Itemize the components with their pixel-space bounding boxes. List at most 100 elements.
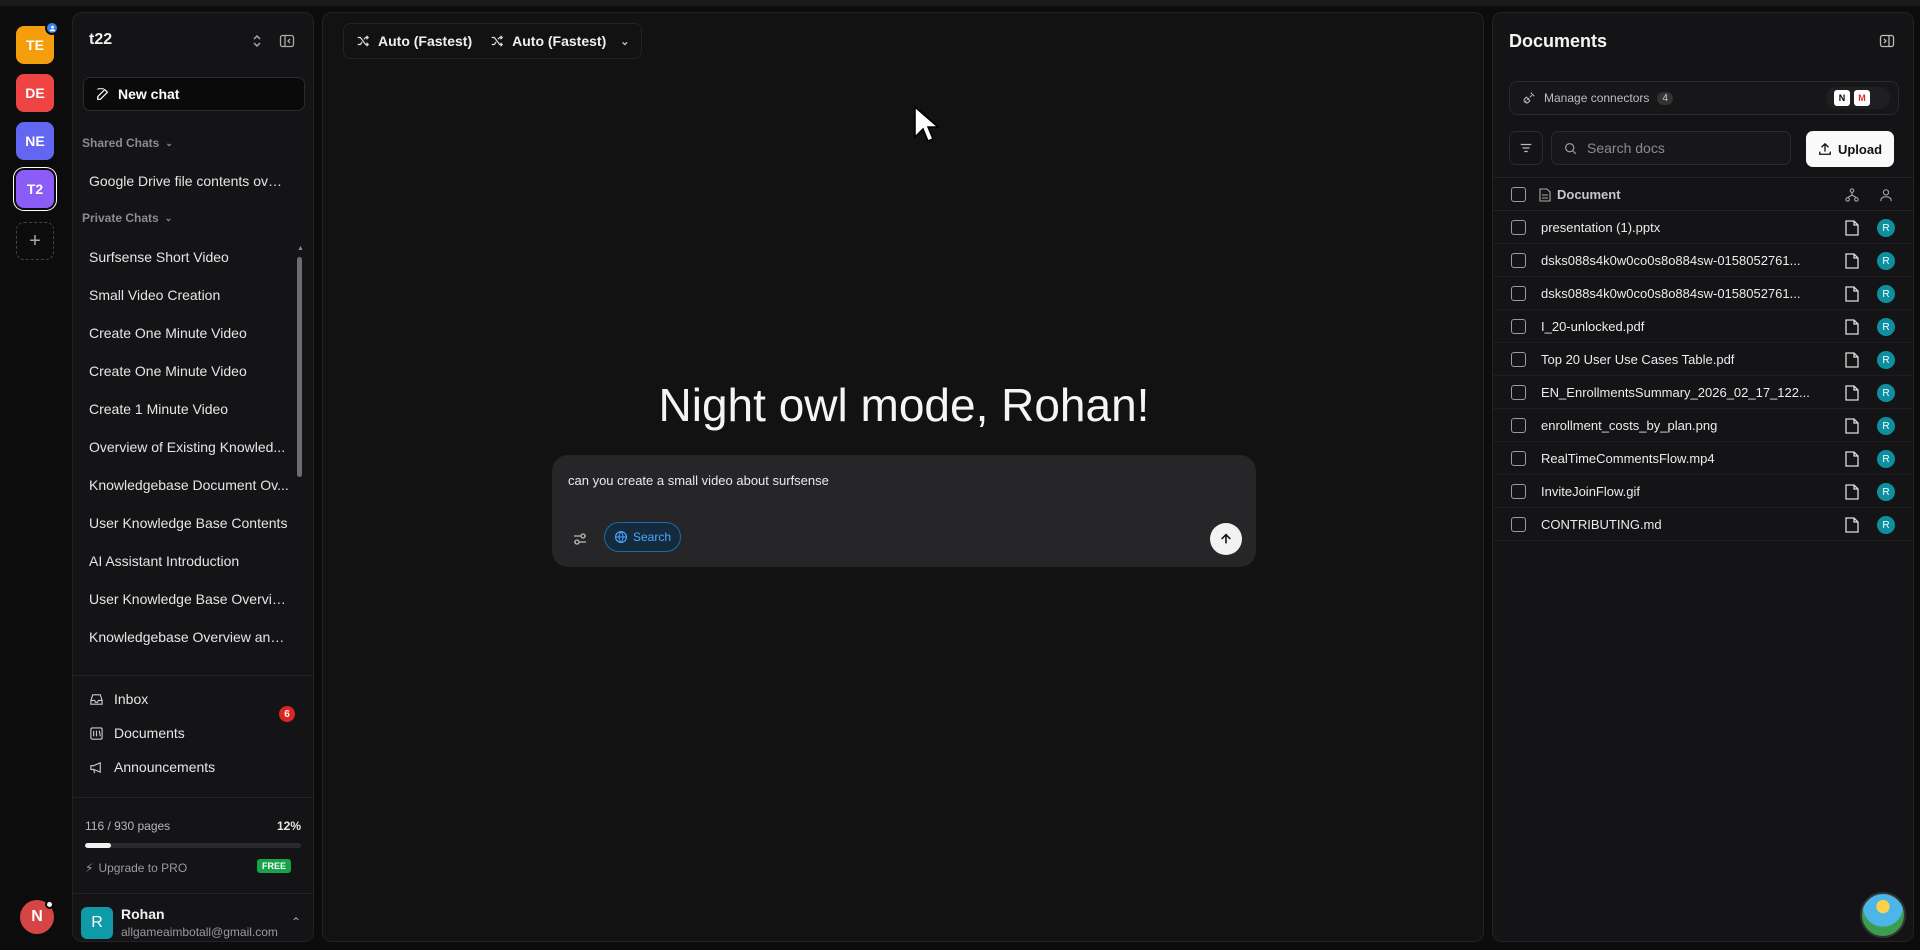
- chat-item[interactable]: AI Assistant Introduction: [89, 553, 289, 569]
- collapse-sidebar-icon[interactable]: [279, 33, 295, 49]
- document-name[interactable]: dsks088s4k0w0co0s8o884sw-0158052761...: [1541, 286, 1823, 301]
- document-column-header[interactable]: Document: [1539, 187, 1621, 202]
- chevron-down-icon: ⌄: [164, 212, 173, 223]
- upload-button[interactable]: Upload: [1806, 131, 1894, 167]
- file-icon[interactable]: [1845, 517, 1859, 533]
- document-row[interactable]: InviteJoinFlow.gif R: [1493, 475, 1913, 508]
- row-checkbox[interactable]: [1511, 418, 1526, 433]
- upgrade-link[interactable]: ⚡︎ Upgrade to PRO: [85, 861, 187, 875]
- document-name[interactable]: Top 20 User Use Cases Table.pdf: [1541, 352, 1823, 367]
- select-all-checkbox[interactable]: [1511, 187, 1526, 202]
- filter-button[interactable]: [1509, 131, 1543, 165]
- source-tree-icon[interactable]: [1845, 188, 1859, 202]
- row-checkbox[interactable]: [1511, 352, 1526, 367]
- user-avatar[interactable]: R: [81, 907, 113, 939]
- row-checkbox[interactable]: [1511, 451, 1526, 466]
- settings-sliders-icon[interactable]: [572, 531, 588, 547]
- chevron-up-icon[interactable]: ⌃: [291, 915, 301, 929]
- row-checkbox[interactable]: [1511, 220, 1526, 235]
- chevrons-up-down-icon[interactable]: [249, 33, 265, 49]
- row-checkbox[interactable]: [1511, 484, 1526, 499]
- document-row[interactable]: I_20-unlocked.pdf R: [1493, 310, 1913, 343]
- file-icon[interactable]: [1845, 352, 1859, 368]
- chat-item[interactable]: Create 1 Minute Video: [89, 401, 289, 417]
- document-name[interactable]: dsks088s4k0w0co0s8o884sw-0158052761...: [1541, 253, 1823, 268]
- send-button[interactable]: [1210, 523, 1242, 555]
- document-name[interactable]: CONTRIBUTING.md: [1541, 517, 1823, 532]
- workspace-ne[interactable]: NE: [16, 122, 54, 160]
- document-row[interactable]: dsks088s4k0w0co0s8o884sw-0158052761... R: [1493, 277, 1913, 310]
- file-icon[interactable]: [1845, 319, 1859, 335]
- model-option-2[interactable]: Auto (Fastest) ⌄: [490, 33, 629, 49]
- section-label: Private Chats: [82, 211, 159, 225]
- search-docs-field[interactable]: [1551, 131, 1791, 165]
- row-checkbox[interactable]: [1511, 517, 1526, 532]
- document-row[interactable]: Top 20 User Use Cases Table.pdf R: [1493, 343, 1913, 376]
- chevron-down-icon: ⌄: [165, 137, 173, 148]
- chat-item[interactable]: User Knowledge Base Contents: [89, 515, 289, 531]
- document-name[interactable]: RealTimeCommentsFlow.mp4: [1541, 451, 1823, 466]
- collapse-panel-icon[interactable]: [1879, 33, 1895, 49]
- document-row[interactable]: CONTRIBUTING.md R: [1493, 508, 1913, 541]
- workspace-de[interactable]: DE: [16, 74, 54, 112]
- row-checkbox[interactable]: [1511, 286, 1526, 301]
- assistant-avatar[interactable]: [1860, 892, 1906, 938]
- nav-announcements[interactable]: Announcements: [89, 759, 299, 775]
- manage-connectors-button[interactable]: Manage connectors 4 N M: [1509, 81, 1899, 115]
- workspace-t2[interactable]: T2: [16, 170, 54, 208]
- workspace-te[interactable]: TE: [16, 21, 59, 64]
- row-checkbox[interactable]: [1511, 319, 1526, 334]
- megaphone-icon: [90, 761, 101, 773]
- avatar-initial: N: [31, 908, 43, 925]
- nav-documents[interactable]: Documents: [89, 725, 299, 741]
- chat-item[interactable]: Knowledgebase Document Ov...: [89, 477, 289, 493]
- chat-item[interactable]: User Knowledge Base Overview: [89, 591, 289, 607]
- search-docs-input[interactable]: [1587, 140, 1767, 156]
- chat-item[interactable]: Small Video Creation: [89, 287, 289, 303]
- shared-chats-header[interactable]: Shared Chats ⌄: [82, 136, 173, 150]
- chat-item[interactable]: Surfsense Short Video: [89, 249, 289, 265]
- document-name[interactable]: presentation (1).pptx: [1541, 220, 1823, 235]
- document-row[interactable]: EN_EnrollmentsSummary_2026_02_17_122... R: [1493, 376, 1913, 409]
- page-usage-fill: [85, 843, 111, 848]
- composer-input[interactable]: can you create a small video about surfs…: [568, 473, 829, 488]
- document-row[interactable]: enrollment_costs_by_plan.png R: [1493, 409, 1913, 442]
- scroll-up-arrow[interactable]: ▲: [297, 245, 304, 252]
- shared-users-icon: [45, 21, 59, 35]
- chat-item[interactable]: Overview of Existing Knowled...: [89, 439, 289, 455]
- nav-label: Documents: [114, 725, 185, 741]
- document-name[interactable]: EN_EnrollmentsSummary_2026_02_17_122...: [1541, 385, 1823, 400]
- chat-list-scrollbar[interactable]: [297, 257, 302, 477]
- web-search-toggle[interactable]: Search: [604, 522, 682, 552]
- file-icon[interactable]: [1845, 484, 1859, 500]
- file-icon[interactable]: [1845, 220, 1859, 236]
- new-chat-button[interactable]: New chat: [83, 77, 305, 111]
- file-icon[interactable]: [1845, 286, 1859, 302]
- chat-item[interactable]: Create One Minute Video: [89, 363, 289, 379]
- document-name[interactable]: enrollment_costs_by_plan.png: [1541, 418, 1823, 433]
- document-row[interactable]: dsks088s4k0w0co0s8o884sw-0158052761... R: [1493, 244, 1913, 277]
- document-row[interactable]: presentation (1).pptx R: [1493, 211, 1913, 244]
- chat-item[interactable]: Google Drive file contents overv...: [89, 173, 289, 189]
- private-chats-header[interactable]: Private Chats ⌄: [82, 211, 172, 225]
- document-name[interactable]: I_20-unlocked.pdf: [1541, 319, 1823, 334]
- row-checkbox[interactable]: [1511, 385, 1526, 400]
- row-checkbox[interactable]: [1511, 253, 1526, 268]
- document-name[interactable]: InviteJoinFlow.gif: [1541, 484, 1823, 499]
- account-avatar[interactable]: N: [20, 900, 54, 934]
- connector-icons: N M: [1826, 87, 1890, 109]
- file-icon[interactable]: [1845, 418, 1859, 434]
- chat-item[interactable]: Create One Minute Video: [89, 325, 289, 341]
- document-row[interactable]: RealTimeCommentsFlow.mp4 R: [1493, 442, 1913, 475]
- chat-composer[interactable]: can you create a small video about surfs…: [552, 455, 1256, 567]
- model-option-1[interactable]: Auto (Fastest): [356, 33, 472, 49]
- documents-table-header: Document: [1493, 177, 1913, 211]
- add-workspace-button[interactable]: +: [16, 222, 54, 260]
- file-icon[interactable]: [1845, 385, 1859, 401]
- file-icon[interactable]: [1845, 451, 1859, 467]
- file-icon[interactable]: [1845, 253, 1859, 269]
- model-selector[interactable]: Auto (Fastest) Auto (Fastest) ⌄: [343, 23, 643, 59]
- nav-inbox[interactable]: Inbox: [89, 691, 299, 707]
- user-icon[interactable]: [1879, 188, 1893, 202]
- chat-item[interactable]: Knowledgebase Overview and...: [89, 629, 289, 645]
